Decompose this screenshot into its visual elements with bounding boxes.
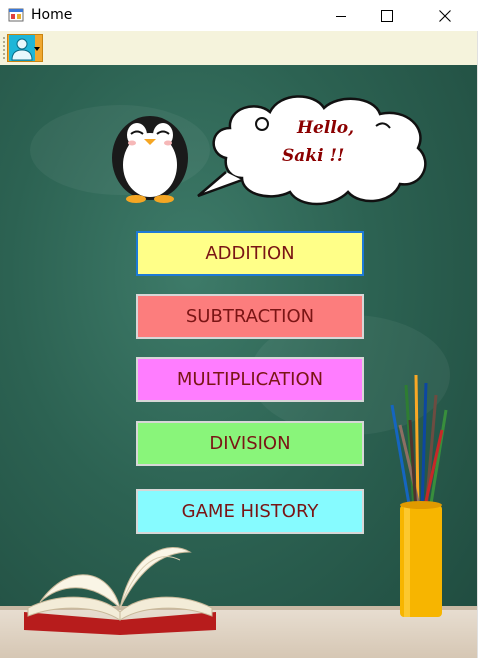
title-bar: Home <box>0 0 478 31</box>
multiplication-button[interactable]: MULTIPLICATION <box>136 357 364 402</box>
app-icon <box>8 8 24 22</box>
maximize-button[interactable] <box>364 0 410 31</box>
user-icon <box>9 35 35 61</box>
greeting-line-1: Hello, <box>297 118 355 138</box>
book-icon <box>24 547 216 635</box>
toolbar-grip[interactable] <box>3 37 5 59</box>
penguin-icon <box>112 116 188 203</box>
close-button[interactable] <box>422 0 468 31</box>
division-button[interactable]: DIVISION <box>136 421 364 466</box>
chevron-down-icon <box>34 47 40 51</box>
maximize-icon <box>381 9 393 22</box>
addition-button[interactable]: ADDITION <box>136 231 364 276</box>
subtraction-button[interactable]: SUBTRACTION <box>136 294 364 339</box>
minimize-button[interactable] <box>318 0 364 31</box>
toolbar <box>0 31 477 65</box>
window-title: Home <box>31 7 73 23</box>
greeting-line-2: Saki !! <box>282 146 345 166</box>
minimize-icon <box>336 15 346 17</box>
close-icon <box>439 9 451 22</box>
pencil-cup-icon <box>390 374 448 617</box>
user-dropdown-button[interactable] <box>7 34 43 62</box>
game-history-button[interactable]: GAME HISTORY <box>136 489 364 534</box>
home-window: Home Hello, Saki !! ADDITION SUBTRACTION… <box>0 0 478 658</box>
